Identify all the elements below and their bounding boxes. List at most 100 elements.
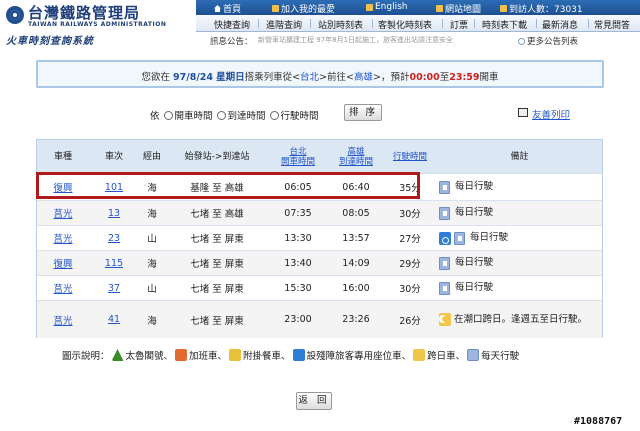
cell-duration: 27分 [399, 234, 421, 245]
table-row: 莒光 37 山 七堵 至 屏東 15:30 16:00 30分 每日行駛 [37, 275, 602, 300]
menu-timetable-download[interactable]: 時刻表下載 [482, 18, 527, 31]
cell-duration: 26分 [399, 315, 421, 327]
query-text-1: 搭乘列車從< [244, 72, 301, 83]
home-link[interactable]: 首頁 [214, 2, 241, 15]
cell-type[interactable]: 莒光 [37, 201, 89, 225]
cell-stations: 七堵 至 屏東 [190, 315, 244, 327]
cell-stations: 七堵 至 屏東 [190, 259, 244, 270]
query-time-from: 00:00 [409, 72, 440, 83]
top-utility-bar: 首頁 加入我的最愛 English 網站地圖 到訪人數：73031 [196, 0, 640, 15]
overnight-icon [413, 349, 426, 361]
query-to-station: 高雄 [353, 72, 373, 83]
cell-number[interactable]: 37 [89, 276, 139, 300]
menu-booking[interactable]: 訂票 [450, 18, 468, 31]
sitemap-icon [436, 5, 443, 12]
cell-arrive: 13:57 [342, 232, 370, 244]
query-prefix: 您欲在 [141, 72, 170, 83]
site-header: 台灣鐵路管理局 TAIWAN RAILWAYS ADMINISTRATION 火… [0, 0, 640, 50]
cell-route: 山 [147, 284, 157, 295]
cell-duration: 29分 [399, 259, 421, 270]
daily-icon [439, 206, 450, 220]
query-date: 97/8/24 [173, 72, 214, 83]
sort-radio-depart[interactable] [163, 110, 173, 120]
tra-logo[interactable]: 台灣鐵路管理局 TAIWAN RAILWAYS ADMINISTRATION 火… [4, 2, 190, 47]
menu-faq[interactable]: 常見問答 [594, 18, 630, 31]
header-arrive-time[interactable]: 高雄 到達時間 [327, 140, 385, 173]
dining-car-icon [229, 349, 242, 361]
sort-radio-duration[interactable] [269, 110, 279, 120]
cell-type[interactable]: 莒光 [37, 226, 89, 250]
print-friendly-link[interactable]: 友善列印 [532, 107, 570, 121]
timetable: 車種 車次 經由 始發站->到達站 台北 開車時間 高雄 到達時間 行駛時間 備… [36, 139, 603, 338]
header-duration[interactable]: 行駛時間 [385, 140, 435, 173]
favorite-label: 加入我的最愛 [281, 5, 336, 15]
legend-overnight: 跨日車、 [427, 351, 466, 362]
daily-icon [467, 349, 480, 361]
cell-arrive: 14:09 [342, 257, 370, 269]
printer-icon[interactable] [518, 108, 528, 117]
wheelchair-icon [292, 349, 305, 361]
cell-duration: 30分 [399, 284, 421, 295]
note-text: 在潮口跨日。逢週五至日行駛。 [454, 313, 588, 325]
cell-number[interactable]: 23 [89, 226, 139, 250]
cell-number[interactable]: 13 [89, 201, 139, 225]
header-route: 經由 [142, 151, 161, 162]
header-train-type: 車種 [53, 151, 72, 162]
cell-route: 海 [147, 209, 157, 220]
cell-type[interactable]: 莒光 [37, 276, 89, 300]
note-text: 每日行駛 [455, 257, 494, 268]
legend-accessible-seat: 設殘障旅客專用座位車、 [306, 351, 412, 362]
cell-stations: 七堵 至 屏東 [190, 234, 244, 245]
legend-daily: 每天行駛 [481, 351, 520, 362]
cell-route: 海 [147, 259, 157, 270]
cell-number[interactable]: 41 [89, 301, 139, 338]
legend-extra-train: 加班車、 [189, 351, 228, 362]
note-text: 每日行駛 [455, 282, 494, 293]
legend-dining-car: 附掛餐車、 [243, 351, 291, 362]
timetable-header: 車種 車次 經由 始發站->到達站 台北 開車時間 高雄 到達時間 行駛時間 備… [37, 140, 602, 173]
menu-station-timetable[interactable]: 站別時刻表 [318, 18, 363, 31]
english-link[interactable]: English [366, 2, 408, 12]
menu-advanced-query[interactable]: 進階查詢 [266, 18, 302, 31]
watermark-text: #1088767 [574, 416, 623, 427]
sort-option-duration-label: 行駛時間 [280, 111, 319, 122]
menu-news[interactable]: 最新消息 [542, 18, 578, 31]
sort-button[interactable]: 排 序 [344, 104, 382, 121]
cell-stations: 七堵 至 屏東 [190, 284, 244, 295]
sort-option-depart-label: 開車時間 [174, 111, 213, 122]
visitor-count: 到訪人數：73031 [509, 5, 583, 15]
query-text-2: >前往< [319, 72, 354, 83]
notice-marquee[interactable]: 新營車站擴建工程 97年8月1日起施工，旅客進出站請注意安全 [258, 35, 518, 46]
cell-number[interactable]: 115 [89, 251, 139, 275]
menu-custom-timetable[interactable]: 客製化時刻表 [378, 18, 432, 31]
table-row: 莒光 13 海 七堵 至 高雄 07:35 08:05 30分 每日行駛 [37, 200, 602, 225]
menu-quick-query[interactable]: 快捷查詢 [214, 18, 250, 31]
add-favorite-link[interactable]: 加入我的最愛 [272, 2, 335, 15]
notice-label: 訊息公告： [210, 37, 253, 47]
visitor-icon [500, 5, 507, 12]
more-icon [518, 37, 525, 45]
more-notices-link[interactable]: 更多公告列表 [518, 35, 578, 47]
extra-train-icon [175, 349, 188, 361]
wheelchair-icon [439, 231, 451, 245]
cell-route: 山 [147, 234, 157, 245]
english-icon [366, 3, 373, 11]
daily-icon [439, 180, 450, 194]
cell-type[interactable]: 莒光 [37, 301, 89, 338]
header-depart-time[interactable]: 台北 開車時間 [269, 140, 327, 173]
header-train-number: 車次 [104, 151, 123, 162]
cell-note: 每日行駛 [439, 174, 599, 200]
system-name: 火車時刻查詢系統 [6, 36, 94, 47]
sort-radio-arrive[interactable] [216, 110, 226, 120]
back-button[interactable]: 返 回 [296, 392, 332, 410]
sitemap-link[interactable]: 網站地圖 [436, 2, 481, 15]
highlighted-row-box [36, 172, 420, 199]
cell-type[interactable]: 復興 [37, 251, 89, 275]
legend-taroko: 太魯閣號、 [125, 351, 174, 362]
cell-depart: 13:40 [284, 257, 312, 269]
cell-arrive: 08:05 [342, 207, 370, 219]
table-row: 莒光 23 山 七堵 至 屏東 13:30 13:57 27分 每日行駛 [37, 225, 602, 250]
more-notices-label: 更多公告列表 [527, 37, 579, 47]
daily-icon [439, 256, 450, 270]
cell-arrive: 23:26 [342, 314, 370, 325]
